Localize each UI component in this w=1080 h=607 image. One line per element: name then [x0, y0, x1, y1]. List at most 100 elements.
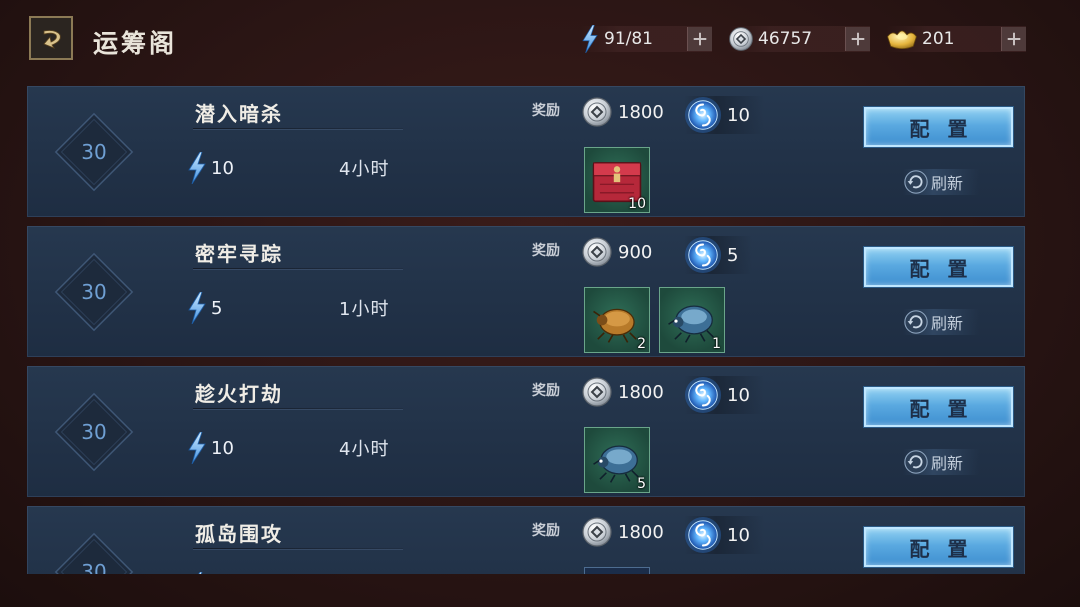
item-count: 2 — [637, 336, 646, 352]
reward-item[interactable]: 10 — [584, 147, 650, 213]
jade-orb-icon — [684, 516, 722, 554]
jade-reward: 10 — [684, 96, 764, 134]
lightning-icon — [187, 432, 207, 464]
reward-item[interactable]: 2 — [584, 287, 650, 353]
plus-icon — [691, 30, 709, 48]
energy-cost-value: 10 — [211, 157, 234, 179]
refresh-label: 刷新 — [931, 314, 964, 333]
silver-reward-value: 1800 — [618, 381, 664, 403]
silver-reward: 1800 — [581, 376, 664, 408]
mission-level: 30 — [81, 140, 107, 164]
silver-reward-value: 1800 — [618, 521, 664, 543]
refresh-icon — [903, 449, 929, 475]
level-badge: 30 — [47, 245, 141, 339]
silver-coin-icon — [581, 376, 613, 408]
reward-item[interactable]: 1 — [659, 287, 725, 353]
configure-button[interactable]: 配置 — [864, 107, 1013, 147]
divider — [193, 128, 403, 129]
reward-items: 2 1 — [584, 287, 725, 353]
configure-button[interactable]: 配置 — [864, 387, 1013, 427]
jade-orb-icon — [684, 376, 722, 414]
energy-cost-value: 10 — [211, 437, 234, 459]
divider — [193, 268, 403, 269]
back-button[interactable] — [29, 16, 73, 60]
reward-label: 奖励 — [532, 243, 560, 259]
item-count: 5 — [637, 476, 646, 492]
jade-orb-icon — [684, 96, 722, 134]
add-gold-button[interactable] — [1001, 27, 1026, 51]
silver-reward-value: 1800 — [618, 101, 664, 123]
silver-coin-icon — [581, 96, 613, 128]
page-title: 运筹阁 — [93, 29, 178, 58]
mission-card: 30 密牢寻踪 5 1小时 奖励 900 5 2 1 配置 刷新 — [27, 226, 1025, 357]
gold-value: 201 — [922, 29, 955, 49]
jade-reward-value: 5 — [727, 244, 739, 266]
mission-name: 孤岛围攻 — [195, 522, 283, 546]
refresh-button[interactable]: 刷新 — [903, 309, 979, 335]
configure-button[interactable]: 配置 — [864, 527, 1013, 567]
refresh-button[interactable]: 刷新 — [903, 449, 979, 475]
back-arrow-icon — [36, 23, 66, 53]
gold-resource: 201 — [886, 26, 1026, 52]
jade-reward-value: 10 — [727, 104, 750, 126]
configure-label: 配置 — [909, 396, 986, 421]
silver-value: 46757 — [758, 29, 813, 49]
add-silver-button[interactable] — [845, 27, 870, 51]
energy-resource: 91/81 — [580, 26, 712, 52]
reward-label: 奖励 — [532, 103, 560, 119]
silver-coin-icon — [581, 236, 613, 268]
reward-items: 10 — [584, 147, 650, 213]
energy-cost: 10 — [187, 152, 234, 184]
energy-cost — [187, 572, 207, 574]
divider — [193, 408, 403, 409]
refresh-label: 刷新 — [931, 454, 964, 473]
gold-ingot-icon — [886, 27, 918, 51]
add-energy-button[interactable] — [687, 27, 712, 51]
silver-coin-icon — [581, 516, 613, 548]
refresh-label: 刷新 — [931, 174, 964, 193]
reward-item[interactable]: 5 — [584, 427, 650, 493]
lightning-icon — [580, 25, 600, 53]
mission-name: 趁火打劫 — [195, 382, 283, 406]
jade-reward: 5 — [684, 236, 753, 274]
energy-cost: 5 — [187, 292, 222, 324]
jade-reward-value: 10 — [727, 384, 750, 406]
mission-level: 30 — [81, 420, 107, 444]
lightning-icon — [187, 572, 207, 574]
energy-cost: 10 — [187, 432, 234, 464]
refresh-button[interactable]: 刷新 — [903, 169, 979, 195]
energy-cost-value: 5 — [211, 297, 223, 319]
plus-icon — [1005, 30, 1023, 48]
configure-label: 配置 — [909, 536, 986, 561]
mission-duration: 4小时 — [339, 439, 390, 460]
mission-card: 30 趁火打劫 10 4小时 奖励 1800 10 5 配置 刷新 — [27, 366, 1025, 497]
silver-coin-icon — [728, 26, 754, 52]
mission-level: 30 — [81, 280, 107, 304]
level-badge: 30 — [47, 385, 141, 479]
mission-level: 30 — [81, 560, 107, 574]
plus-icon — [849, 30, 867, 48]
reward-items: 5 — [584, 427, 650, 493]
energy-value: 91/81 — [604, 29, 653, 49]
jade-reward: 10 — [684, 376, 764, 414]
level-badge: 30 — [47, 525, 141, 574]
divider — [193, 548, 403, 549]
reward-label: 奖励 — [532, 383, 560, 399]
refresh-icon — [903, 309, 929, 335]
mission-list[interactable]: 30 潜入暗杀 10 4小时 奖励 1800 10 10 配置 刷新 30 密牢… — [27, 86, 1025, 574]
mission-name: 潜入暗杀 — [195, 102, 283, 126]
configure-label: 配置 — [909, 116, 986, 141]
level-badge: 30 — [47, 105, 141, 199]
item-count: 1 — [712, 336, 721, 352]
reward-label: 奖励 — [532, 523, 560, 539]
reward-item[interactable] — [584, 567, 650, 574]
silver-resource: 46757 — [728, 26, 870, 52]
mission-card: 30 孤岛围攻 奖励 1800 10 配置 — [27, 506, 1025, 574]
configure-button[interactable]: 配置 — [864, 247, 1013, 287]
silver-reward: 1800 — [581, 96, 664, 128]
silver-reward: 900 — [581, 236, 652, 268]
lightning-icon — [187, 292, 207, 324]
silver-reward: 1800 — [581, 516, 664, 548]
silver-reward-value: 900 — [618, 241, 653, 263]
mission-duration: 4小时 — [339, 159, 390, 180]
